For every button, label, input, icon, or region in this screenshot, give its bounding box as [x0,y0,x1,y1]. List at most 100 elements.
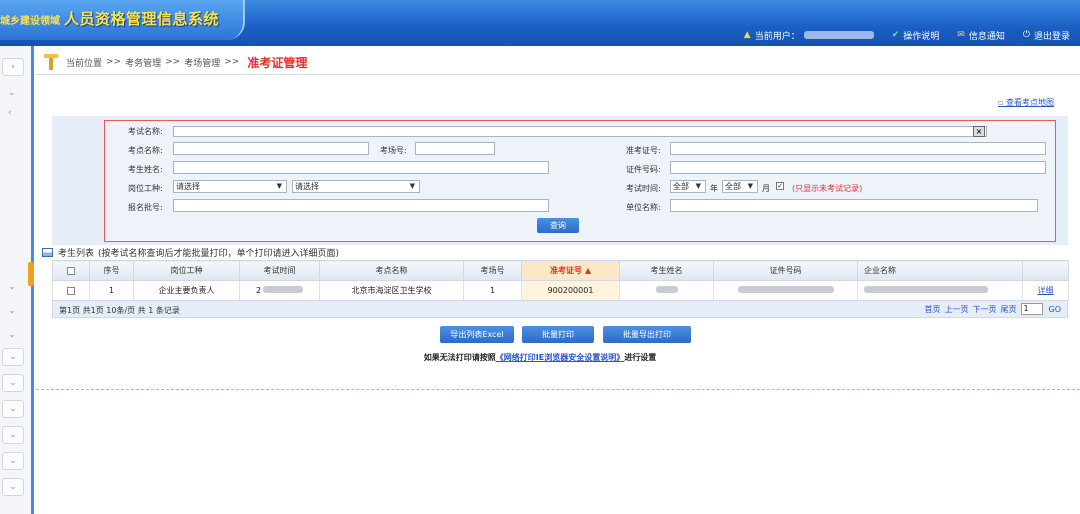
last-page-link[interactable]: 尾页 [1001,304,1017,315]
app-logo: 城乡建设领域 人员资格管理信息系统 [0,0,245,40]
id-no-label: 证件号码: [626,165,661,174]
chevron-left-icon[interactable]: ‹ [8,108,12,118]
room-no-label: 考场号: [380,146,407,155]
exam-site-input[interactable] [173,142,369,155]
dropdown-arrow-icon: ▼ [276,182,282,190]
job-select-secondary-value: 请选择 [295,182,319,191]
unexamined-checkbox[interactable]: ✓ [776,182,784,190]
help-icon: ✔ [891,30,900,40]
notice-link[interactable]: ✉ 信息通知 [957,29,1005,42]
menu-toggle[interactable]: ⌄ [2,400,24,418]
month-select-value: 全部 [725,182,741,191]
ticket-no-input[interactable] [670,142,1046,155]
prev-page-link[interactable]: 上一页 [945,304,969,315]
breadcrumb: 当前位置 >> 考务管理 >> 考场管理 >> 准考证管理 [44,52,307,72]
cell-ticket: 900200001 [521,280,620,301]
cell-index: 1 [89,280,134,301]
column-header: 证件号码 [713,260,858,281]
pagination-controls: 首页 上一页 下一页 尾页 1 GO [921,303,1062,315]
breadcrumb-separator: >> [106,57,122,67]
menu-toggle[interactable]: ⌄ [2,452,24,470]
map-link[interactable]: ▫ 查看考点地图 [998,97,1054,108]
select-all-cell[interactable] [52,260,90,281]
chevron-down-icon[interactable]: ⌄ [8,282,16,292]
cell-job: 企业主要负责人 [133,280,240,301]
help-text-after: 进行设置 [624,353,657,362]
breadcrumb-item[interactable]: 考务管理 [125,56,161,69]
column-header: 序号 [89,260,134,281]
signpost-icon [44,54,58,70]
year-select-value: 全部 [673,182,689,191]
divider [36,74,1080,75]
batch-print-button[interactable]: 批量打印 [522,326,594,343]
id-no-input[interactable] [670,161,1046,174]
row-select-cell[interactable] [52,280,90,301]
query-button[interactable]: 查询 [537,218,579,233]
select-all-checkbox[interactable] [67,266,75,275]
pagination-bar: 第1页 共1页 10条/页 共 1 条记录 首页 上一页 下一页 尾页 1 GO [52,300,1068,318]
top-nav: ▲ 当前用户： ✔ 操作说明 ✉ 信息通知 ⏻ 退出登录 [726,26,1070,44]
collapse-button[interactable]: ‹ [2,58,24,76]
column-header-sorted[interactable]: 准考证号 ▲ [521,260,620,281]
go-button[interactable]: GO [1049,305,1062,314]
column-header: 考点名称 [319,260,464,281]
first-page-link[interactable]: 首页 [925,304,941,315]
menu-toggle[interactable]: ⌄ [2,478,24,496]
batch-no-input[interactable] [173,199,549,212]
exam-name-label: 考试名称: [128,127,163,136]
help-link[interactable]: ✔ 操作说明 [892,29,940,42]
column-header: 企业名称 [857,260,1023,281]
ie-settings-link[interactable]: 《网络打印IE浏览器安全设置说明》 [496,353,624,362]
cell-company [857,280,1023,301]
company-label: 单位名称: [626,203,661,212]
user-icon: ▲ [743,30,751,40]
ticket-no-label: 准考证号: [626,146,661,155]
cell-time: 2 [239,280,320,301]
next-page-link[interactable]: 下一页 [973,304,997,315]
candidate-table: 序号 岗位工种 考试时间 考点名称 考场号 准考证号 ▲ 考生姓名 证件号码 企… [52,260,1069,301]
sidebar-drag-handle[interactable] [28,262,34,286]
help-text-before: 如果无法打印请按照 [423,353,496,362]
job-select-primary[interactable]: 请选择 ▼ [173,180,287,193]
logout-link[interactable]: ⏻ 退出登录 [1023,29,1070,42]
company-input[interactable] [670,199,1038,212]
logo-prefix: 城乡建设领域 [0,16,60,27]
room-no-input[interactable] [415,142,495,155]
exam-name-input[interactable] [173,126,987,137]
breadcrumb-item[interactable]: 考场管理 [184,56,220,69]
redacted-value [655,286,678,293]
batch-export-print-button[interactable]: 批量导出打印 [603,326,691,343]
current-user: ▲ 当前用户： [744,29,874,42]
chevron-down-icon[interactable]: ⌄ [8,306,16,316]
menu-toggle[interactable]: ⌄ [2,374,24,392]
clear-icon[interactable]: × [973,126,985,137]
cell-site: 北京市海淀区卫生学校 [319,280,464,301]
job-select-secondary[interactable]: 请选择 ▼ [292,180,420,193]
current-user-label: 当前用户： [754,31,800,42]
column-header: 考试时间 [239,260,320,281]
column-header: 考场号 [463,260,522,281]
map-link-label: 查看考点地图 [1006,98,1054,107]
export-excel-button[interactable]: 导出列表Excel [440,326,514,343]
redacted-value [864,286,988,293]
breadcrumb-separator: >> [224,57,240,67]
table-icon [42,248,53,257]
list-header: 考生列表 (按考试名称查询后才能批量打印，单个打印请进入详细页面) [42,246,339,259]
cell-name [619,280,714,301]
chevron-down-icon[interactable]: ⌄ [8,330,16,340]
chevron-down-icon[interactable]: ⌄ [8,88,16,98]
candidate-name-input[interactable] [173,161,549,174]
dropdown-arrow-icon: ▼ [409,182,415,190]
row-checkbox[interactable] [67,286,75,295]
detail-link[interactable]: 详细 [1038,286,1054,295]
logout-link-label: 退出登录 [1033,31,1070,42]
year-select[interactable]: 全部 ▼ [670,180,706,193]
notice-link-label: 信息通知 [968,31,1005,42]
divider [36,389,1080,390]
job-select-primary-value: 请选择 [176,182,200,191]
job-label: 岗位工种: [128,184,163,193]
page-number-input[interactable]: 1 [1020,303,1043,315]
month-select[interactable]: 全部 ▼ [722,180,758,193]
menu-toggle[interactable]: ⌄ [2,426,24,444]
column-header: 考生姓名 [619,260,714,281]
